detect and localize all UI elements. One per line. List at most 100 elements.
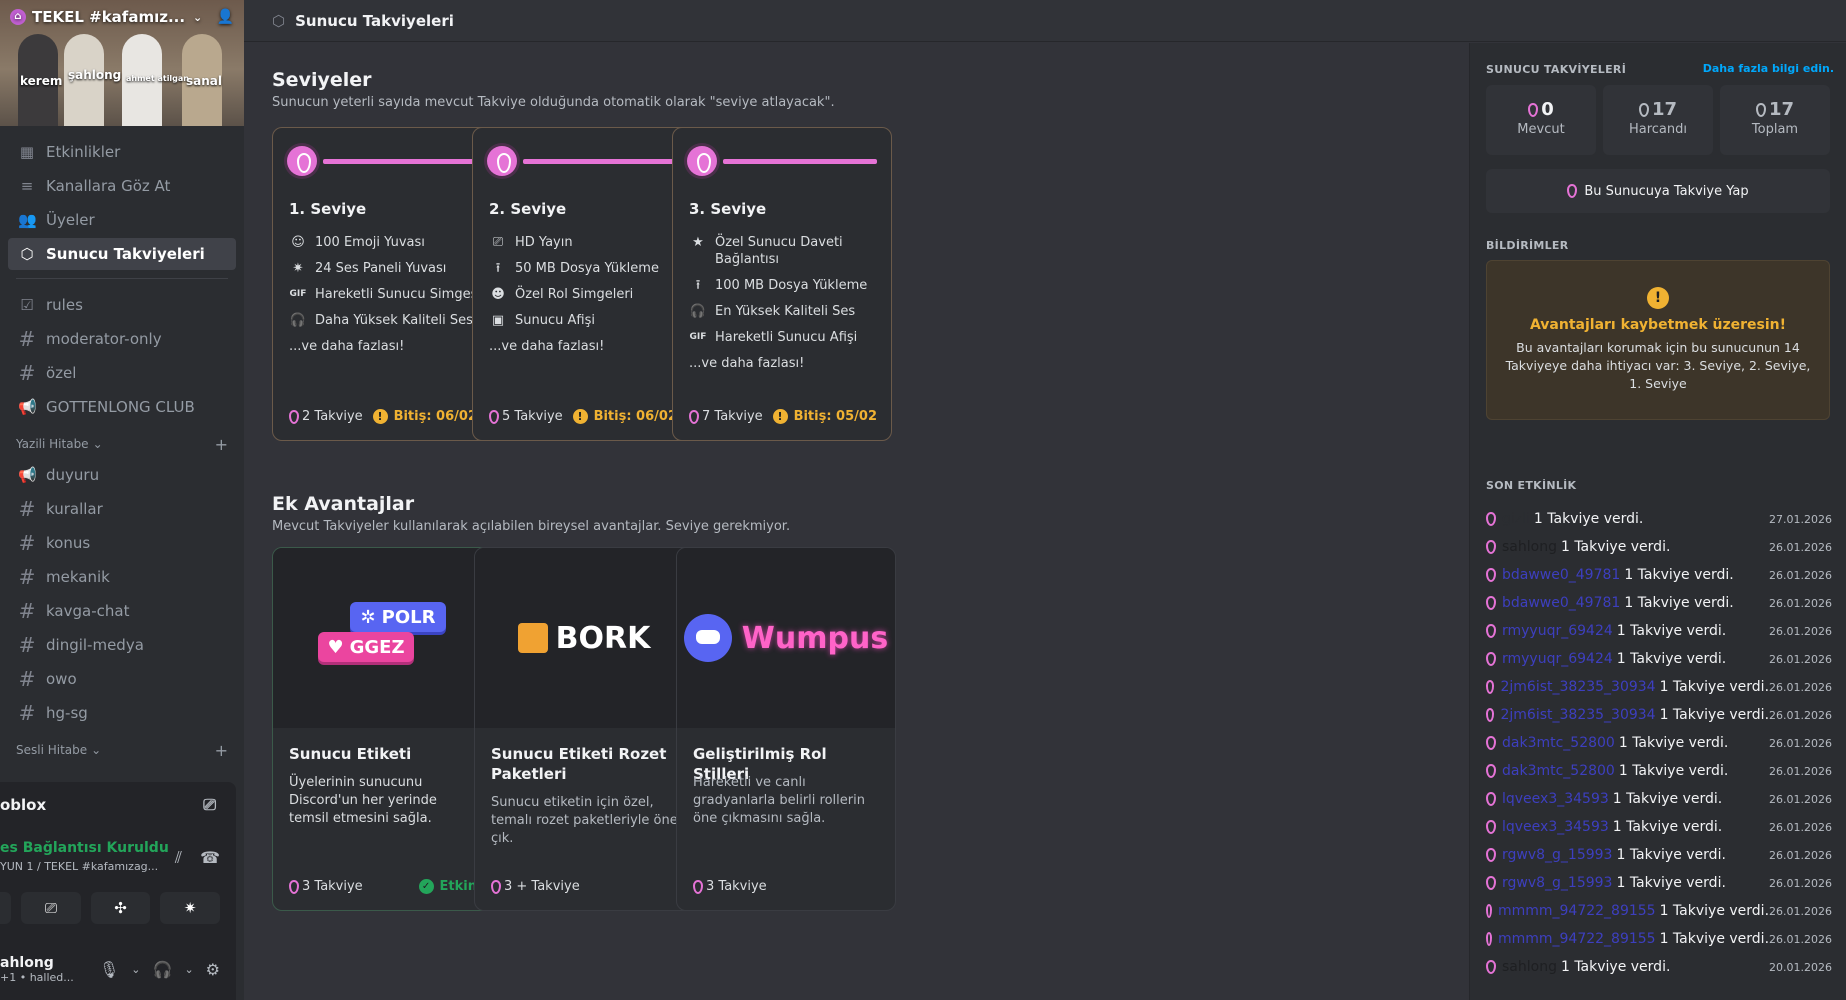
channel-moderator-only[interactable]: # moderator-only bbox=[8, 323, 236, 355]
screen-share-icon[interactable]: ⎚ bbox=[203, 795, 216, 815]
channel-gottenlong-club[interactable]: 📢 GOTTENLONG CLUB bbox=[8, 391, 236, 423]
channel-dingil-medya[interactable]: # dingil-medya bbox=[8, 629, 236, 661]
add-channel-icon[interactable]: + bbox=[215, 741, 228, 760]
sidebar-item-label: Sunucu Takviyeleri bbox=[46, 245, 205, 263]
activity-list: gizli 1 Takviye verdi. 27.01.2026 sahlong 1 … bbox=[1486, 505, 1832, 981]
activity-date: 26.01.2026 bbox=[1769, 540, 1832, 554]
activity-message: 1 Takviye verdi. bbox=[1616, 623, 1727, 639]
perk-title: Sunucu Etiketi bbox=[289, 745, 412, 763]
headphones-icon[interactable]: 🎧 bbox=[153, 960, 173, 979]
perk-label: Hareketli Sunucu Simgesi bbox=[315, 287, 481, 302]
activity-row: 2jm6ist_38235_30934 1 Takviye verdi. 26.01… bbox=[1486, 673, 1832, 701]
stat-value: 17 bbox=[1603, 99, 1713, 120]
chevron-down-icon[interactable]: ⌄ bbox=[131, 963, 140, 976]
activity-user[interactable]: rmyyuqr_69424 bbox=[1502, 623, 1613, 639]
category-text[interactable]: Yazili Hitabe ⌄ + bbox=[16, 431, 228, 457]
boost-gem-icon bbox=[687, 146, 717, 176]
perk-card-role-styles[interactable]: Wumpus Geliştirilmiş Rol Stilleri Hareke… bbox=[676, 547, 896, 911]
activity-user[interactable]: 2jm6ist_38235_30934 bbox=[1500, 679, 1655, 695]
channel-duyuru[interactable]: 📢 duyuru bbox=[8, 459, 236, 491]
star-icon: ★ bbox=[692, 235, 704, 250]
activity-user[interactable]: rgwv8_g_15993 bbox=[1502, 875, 1612, 891]
wumpus-icon bbox=[683, 614, 732, 662]
activities-button[interactable]: ✣ bbox=[90, 892, 151, 924]
channel-mekanik[interactable]: # mekanik bbox=[8, 561, 236, 593]
activity-row: sahlong 1 Takviye verdi. 26.01.2026 bbox=[1486, 533, 1832, 561]
disconnect-icon[interactable]: ☎ bbox=[200, 848, 220, 868]
activity-user[interactable]: mmmm_94722_89155 bbox=[1498, 903, 1656, 919]
channel-owo[interactable]: # owo bbox=[8, 663, 236, 695]
channel-ozel[interactable]: # özel bbox=[8, 357, 236, 389]
sidebar-item-events[interactable]: ▦ Etkinlikler bbox=[8, 136, 236, 168]
stat-value: 17 bbox=[1720, 99, 1830, 120]
sidebar-item-members[interactable]: 👥 Üyeler bbox=[8, 204, 236, 236]
warning-icon: ! bbox=[372, 409, 388, 424]
activity-user[interactable]: bdawwe0_49781 bbox=[1502, 567, 1620, 583]
activity-user[interactable]: sahlong bbox=[1502, 959, 1557, 975]
tier-progress bbox=[287, 146, 477, 176]
activity-user[interactable]: rgwv8_g_15993 bbox=[1502, 847, 1612, 863]
sidebar-item-label: Kanallara Göz At bbox=[46, 177, 171, 195]
server-banner[interactable]: ⌂ TEKEL #kafamız... ⌄ 👤 kerem şahlong ah… bbox=[0, 0, 244, 126]
channel-rules[interactable]: ☑ rules bbox=[8, 289, 236, 321]
add-channel-icon[interactable]: + bbox=[215, 435, 228, 454]
channel-kurallar[interactable]: # kurallar bbox=[8, 493, 236, 525]
gear-icon[interactable]: ⚙ bbox=[206, 960, 220, 979]
channel-hg-sg[interactable]: # hg-sg bbox=[8, 697, 236, 729]
boost-gem-icon bbox=[1528, 103, 1539, 117]
server-name-dropdown[interactable]: ⌂ TEKEL #kafamız... ⌄ 👤 bbox=[10, 8, 234, 26]
stat-label: Mevcut bbox=[1517, 122, 1565, 137]
noise-suppression-icon[interactable]: ⫽ bbox=[175, 848, 182, 868]
soundboard-button[interactable]: ✷ bbox=[160, 892, 220, 924]
activity-date: 26.01.2026 bbox=[1769, 624, 1832, 638]
channel-label: kurallar bbox=[46, 500, 103, 518]
camera-button[interactable] bbox=[0, 892, 12, 924]
activity-user[interactable]: lqveex3_34593 bbox=[1502, 819, 1609, 835]
boost-server-button[interactable]: Bu Sunucuya Takviye Yap bbox=[1486, 169, 1830, 213]
invite-people-icon[interactable]: 👤 bbox=[217, 9, 234, 25]
perk-card-server-tag[interactable]: ✲ POLR ♥ GGEZ Sunucu Etiketi Üyelerinin su… bbox=[272, 547, 492, 911]
microphone-icon[interactable]: 🎙 bbox=[99, 960, 119, 979]
activity-user[interactable]: gizli bbox=[1502, 511, 1530, 527]
activity-user[interactable]: lqveex3_34593 bbox=[1502, 791, 1609, 807]
activity-user[interactable]: dak3mtc_52800 bbox=[1502, 763, 1615, 779]
perk-card-badge-packs[interactable]: BORK Sunucu Etiketi Rozet Paketleri Sunu… bbox=[474, 547, 694, 911]
boost-gem-icon bbox=[487, 146, 517, 176]
activity-date: 26.01.2026 bbox=[1769, 792, 1832, 806]
activity-user[interactable]: rmyyuqr_69424 bbox=[1502, 651, 1613, 667]
expiry-label: Bitiş: 05/02 bbox=[793, 409, 877, 424]
activity-user[interactable]: sahlong bbox=[1502, 539, 1557, 555]
sidebar-item-server-boosts[interactable]: ⬡ Sunucu Takviyeleri bbox=[8, 238, 236, 270]
tier-footer: 7 Takviye ! Bitiş: 05/02 bbox=[689, 409, 877, 424]
channel-label: kavga-chat bbox=[46, 602, 130, 620]
channel-label: konus bbox=[46, 534, 91, 552]
activity-user[interactable]: mmmm_94722_89155 bbox=[1498, 931, 1656, 947]
share-screen-button[interactable]: ⎚ bbox=[21, 892, 81, 924]
perk-item: ▣ Sunucu Afişi bbox=[489, 312, 681, 329]
boost-panel-title: SUNUCU TAKVİYELERİ bbox=[1486, 63, 1627, 76]
perk-description: Hareketli ve canlı gradyanlarla belirli … bbox=[693, 775, 865, 826]
server-tag-logo: ✲ POLR ♥ GGEZ bbox=[318, 602, 446, 674]
activity-message: 1 Takviye verdi. bbox=[1659, 707, 1770, 723]
activity-date: 20.01.2026 bbox=[1769, 960, 1832, 974]
category-voice[interactable]: Sesli Hitabe ⌄ + bbox=[16, 737, 228, 763]
perk-description: Üyelerinin sunucunu Discord'un her yerin… bbox=[289, 775, 437, 826]
channel-kavga-chat[interactable]: # kavga-chat bbox=[8, 595, 236, 627]
activity-user[interactable]: dak3mtc_52800 bbox=[1502, 735, 1615, 751]
activity-user[interactable]: 2jm6ist_38235_30934 bbox=[1500, 707, 1655, 723]
extras-subtitle: Mevcut Takviyeler kullanılarak açılabile… bbox=[272, 519, 791, 534]
sidebar-item-browse-channels[interactable]: ≡ Kanallara Göz At bbox=[8, 170, 236, 202]
chevron-down-icon[interactable]: ⌄ bbox=[184, 963, 193, 976]
learn-more-link[interactable]: Daha fazla bilgi edin. bbox=[1703, 62, 1834, 75]
status-label: Etkin bbox=[439, 879, 477, 894]
tier-expiry: ! Bitiş: 05/02 bbox=[772, 409, 877, 424]
heart-icon: ♥ bbox=[327, 636, 344, 658]
boost-gem-icon bbox=[1486, 764, 1496, 778]
check-icon: ✓ bbox=[418, 879, 434, 894]
boost-gem-icon bbox=[289, 879, 299, 894]
hash-icon: # bbox=[18, 667, 36, 691]
channel-konus[interactable]: # konus bbox=[8, 527, 236, 559]
user-info[interactable]: ahlong +1 • halled... bbox=[0, 955, 74, 984]
boost-gem-icon bbox=[1486, 932, 1492, 946]
activity-user[interactable]: bdawwe0_49781 bbox=[1502, 595, 1620, 611]
